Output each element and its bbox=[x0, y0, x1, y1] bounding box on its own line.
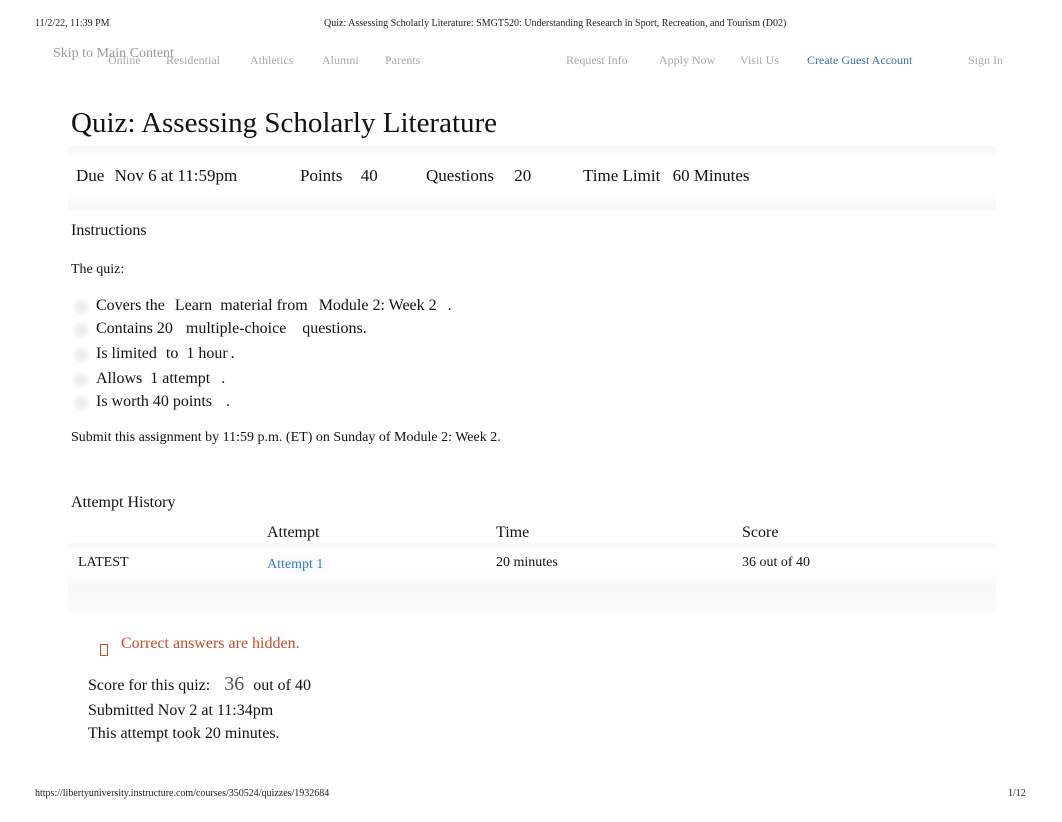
column-header-attempt: Attempt bbox=[267, 524, 320, 541]
list-text: to bbox=[165, 345, 179, 362]
attempt-duration: This attempt took 20 minutes. bbox=[88, 725, 280, 742]
quiz-intro: The quiz: bbox=[71, 262, 125, 277]
print-url: https://libertyuniversity.instructure.co… bbox=[35, 788, 330, 799]
attempt-time: 20 minutes bbox=[496, 555, 558, 570]
row-label-latest: LATEST bbox=[78, 555, 129, 570]
score-label: Score for this quiz: bbox=[88, 677, 211, 694]
questions-label: Questions bbox=[426, 166, 494, 185]
list-text: Allows bbox=[96, 370, 143, 387]
sign-in-link[interactable]: Sign In bbox=[968, 53, 1003, 68]
due-label: Due bbox=[76, 166, 105, 185]
list-text: . bbox=[447, 297, 452, 314]
correct-answers-hidden-notice: Correct answers are hidden. bbox=[121, 635, 300, 652]
time-limit-detail: Time Limit 60 Minutes bbox=[583, 166, 750, 186]
nav-link-parents[interactable]: Parents bbox=[385, 53, 420, 68]
nav-link-alumni[interactable]: Alumni bbox=[322, 53, 359, 68]
list-text: 1 attempt bbox=[150, 370, 211, 387]
list-text: questions. bbox=[302, 320, 367, 337]
list-text: Covers the bbox=[96, 297, 165, 314]
list-text: Module 2: Week 2 bbox=[318, 297, 437, 314]
due-value: Nov 6 at 11:59pm bbox=[114, 166, 238, 185]
list-text: material from bbox=[220, 297, 308, 314]
quiz-score: Score for this quiz: 36 out of 40 bbox=[88, 673, 311, 696]
time-limit-value: 60 Minutes bbox=[672, 166, 750, 185]
due-date-detail: Due Nov 6 at 11:59pm bbox=[76, 166, 237, 186]
list-text: Is limited bbox=[96, 345, 157, 362]
bullet-icon bbox=[72, 321, 90, 339]
column-header-time: Time bbox=[496, 524, 530, 541]
list-text: multiple-choice bbox=[185, 320, 287, 337]
attempt-1-link[interactable]: Attempt 1 bbox=[267, 557, 323, 573]
list-text: Is worth 40 points bbox=[96, 393, 212, 410]
warning-icon bbox=[100, 643, 108, 661]
column-header-score: Score bbox=[742, 524, 779, 541]
points-label: Points bbox=[300, 166, 343, 185]
bullet-icon bbox=[72, 346, 90, 364]
attempt-history-heading: Attempt History bbox=[71, 494, 176, 511]
nav-link-residential[interactable]: Residential bbox=[166, 53, 220, 68]
points-detail: Points 40 bbox=[300, 166, 378, 186]
skip-to-main-content-link[interactable]: Skip to Main Content bbox=[53, 46, 174, 62]
score-suffix: out of 40 bbox=[253, 677, 311, 694]
score-value: 36 bbox=[224, 673, 245, 695]
print-document-title: Quiz: Assessing Scholarly Literature: SM… bbox=[324, 18, 787, 29]
nav-link-visit-us[interactable]: Visit Us bbox=[740, 53, 779, 68]
list-text: 1 hour bbox=[186, 345, 228, 362]
create-guest-account-link[interactable]: Create Guest Account bbox=[807, 53, 912, 68]
page-title: Quiz: Assessing Scholarly Literature bbox=[71, 107, 498, 139]
questions-detail: Questions 20 bbox=[426, 166, 531, 186]
list-text: . bbox=[230, 345, 235, 362]
nav-link-request-info[interactable]: Request Info bbox=[566, 53, 628, 68]
bullet-icon bbox=[72, 394, 90, 412]
questions-value: 20 bbox=[514, 166, 532, 185]
list-text: Learn bbox=[174, 297, 213, 314]
time-limit-label: Time Limit bbox=[583, 166, 661, 185]
points-value: 40 bbox=[360, 166, 378, 185]
table-background bbox=[68, 543, 996, 613]
submission-note: Submit this assignment by 11:59 p.m. (ET… bbox=[71, 430, 501, 445]
bullet-icon bbox=[72, 371, 90, 389]
list-text: . bbox=[221, 370, 226, 387]
nav-link-athletics[interactable]: Athletics bbox=[250, 53, 293, 68]
attempt-score: 36 out of 40 bbox=[742, 555, 811, 570]
bullet-icon bbox=[72, 298, 90, 316]
list-text: Contains 20 bbox=[96, 320, 173, 337]
list-text: . bbox=[226, 393, 230, 410]
submitted-timestamp: Submitted Nov 2 at 11:34pm bbox=[88, 702, 274, 719]
print-page-number: 1/12 bbox=[1008, 788, 1026, 799]
instructions-heading: Instructions bbox=[71, 222, 147, 239]
nav-link-apply-now[interactable]: Apply Now bbox=[659, 53, 715, 68]
print-datetime: 11/2/22, 11:39 PM bbox=[35, 18, 110, 29]
